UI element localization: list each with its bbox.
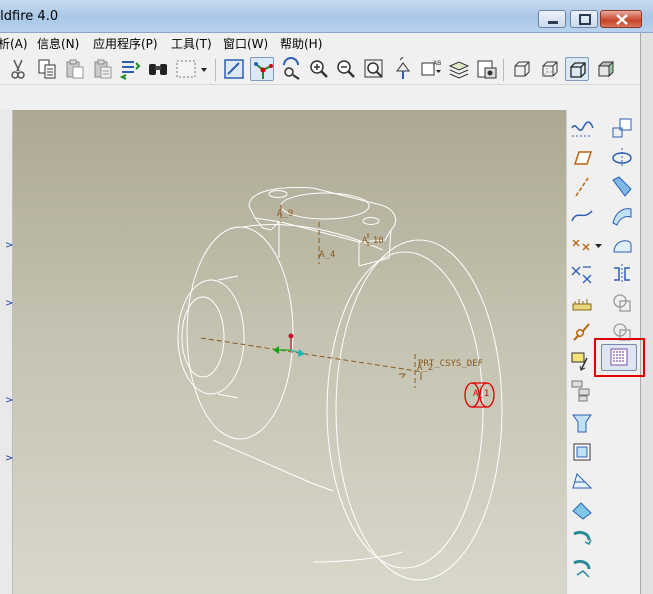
flange-outer-edge (335, 239, 503, 581)
hole-tool-icon[interactable] (569, 410, 595, 436)
menu-tools[interactable]: 工具(T) (171, 35, 212, 52)
dim-label-a4: A_4 (319, 250, 335, 260)
hierarchy-icon[interactable] (569, 377, 595, 403)
datum-plane-rotate-icon[interactable] (609, 116, 635, 142)
dropdown-arrow-icon[interactable] (593, 232, 605, 258)
datum-axis-main (200, 337, 424, 373)
spin-center-icon[interactable] (250, 57, 274, 81)
body-bottom-edge (212, 439, 334, 492)
chain-reference-icon[interactable] (569, 319, 595, 345)
window-border (640, 33, 653, 594)
menu-analysis[interactable]: 析(A) (0, 35, 28, 52)
flange-inner-edge (326, 251, 484, 569)
hole-icon[interactable] (601, 344, 637, 371)
menu-help[interactable]: 帮助(H) (280, 35, 322, 52)
saved-views-icon[interactable]: AB (419, 57, 443, 81)
hub-inner-edge (181, 296, 225, 378)
datum-curve-sketch-icon[interactable] (569, 116, 595, 142)
hub-side-edges (217, 275, 239, 399)
flange-rim (312, 551, 403, 563)
body-front-edge (186, 226, 294, 440)
graphics-area[interactable]: A_9 A_4 A_10 A_2 A_1 PRT_CSYS_DEF (13, 110, 566, 594)
hub-outer-edge (177, 279, 245, 395)
main-toolbar: AB (0, 53, 640, 85)
chamfer-tool-icon[interactable] (569, 497, 595, 523)
rib-tool-icon[interactable] (569, 526, 595, 552)
menu-info[interactable]: 信息(N) (37, 35, 79, 52)
window-title: Wildfire 4.0 (0, 9, 59, 24)
pattern-tool-icon[interactable] (569, 555, 595, 581)
boss-hole-right (362, 217, 380, 225)
navigator-strip[interactable]: > > > > (0, 110, 13, 594)
layers-icon[interactable] (447, 57, 471, 81)
sweep-icon[interactable] (609, 174, 635, 200)
toolbar-separator (215, 59, 216, 81)
paste-special-icon[interactable] (91, 57, 115, 81)
analysis-feature-icon[interactable] (569, 290, 595, 316)
sketched-curve-icon[interactable] (569, 203, 595, 229)
dim-label-a10: A_10 (362, 236, 384, 246)
merge-icon[interactable] (609, 290, 635, 316)
round-tool-icon[interactable] (569, 439, 595, 465)
no-hidden-icon[interactable] (565, 57, 589, 81)
repaint-icon[interactable] (222, 57, 246, 81)
maximize-icon (579, 14, 591, 25)
boss-top-face (280, 192, 370, 220)
mirror-icon[interactable] (609, 261, 635, 287)
wireframe-icon[interactable] (510, 57, 534, 81)
csys-label: PRT_CSYS_DEF (418, 359, 483, 369)
dropdown-arrow-icon[interactable] (198, 57, 210, 81)
highlighted-tool-frame (594, 338, 645, 377)
csys-symbol (399, 372, 422, 380)
blend-icon[interactable] (609, 203, 635, 229)
regenerate-icon[interactable] (118, 57, 142, 81)
part-model[interactable]: A_9 A_4 A_10 A_2 A_1 PRT_CSYS_DEF (13, 110, 566, 594)
reorient-icon[interactable] (391, 56, 415, 81)
find-icon[interactable] (146, 57, 170, 81)
minimize-button[interactable] (538, 10, 566, 28)
close-button[interactable] (600, 10, 642, 28)
shading-icon[interactable] (594, 57, 618, 81)
datum-plane-icon[interactable] (569, 145, 595, 171)
draft-tool-icon[interactable] (569, 468, 595, 494)
menu-bar: 析(A) 信息(N) 应用程序(P) 工具(T) 窗口(W) 帮助(H) (0, 33, 640, 53)
dim-label-a9: A_9 (277, 209, 293, 219)
boss-hole-left (268, 190, 288, 198)
maximize-button[interactable] (570, 10, 598, 28)
select-box-icon[interactable] (174, 57, 198, 81)
boundary-blend-icon[interactable] (609, 232, 635, 258)
datum-point-icon[interactable] (569, 232, 595, 258)
zoom-out-icon[interactable] (334, 57, 358, 81)
orient-mode-icon[interactable] (279, 57, 303, 81)
paste-icon[interactable] (63, 57, 87, 81)
revolve-icon[interactable] (609, 145, 635, 171)
grid-point-icon (610, 348, 628, 366)
app-window: Wildfire 4.0 析(A) 信息(N) 应用程序(P) 工具(T) 窗口… (0, 0, 653, 594)
zoom-in-icon[interactable] (307, 57, 331, 81)
title-bar: Wildfire 4.0 (0, 0, 653, 33)
menu-applications[interactable]: 应用程序(P) (93, 35, 158, 52)
svg-text:AB: AB (433, 60, 441, 67)
datum-axis-icon[interactable] (569, 174, 595, 200)
copy-icon[interactable] (35, 57, 59, 81)
close-icon (616, 14, 628, 25)
menu-window[interactable]: 窗口(W) (223, 35, 268, 52)
coordinate-system[interactable] (273, 333, 305, 358)
model-tree-icon[interactable] (475, 57, 499, 81)
shell-icon[interactable] (569, 348, 595, 374)
csys-icon[interactable] (569, 261, 595, 287)
hidden-line-icon[interactable] (538, 57, 562, 81)
cut-icon[interactable] (6, 57, 30, 81)
dim-label-a1: A_1 (473, 389, 489, 399)
toolbar-separator (503, 59, 504, 81)
minimize-icon (548, 21, 558, 24)
refit-icon[interactable] (362, 57, 386, 81)
